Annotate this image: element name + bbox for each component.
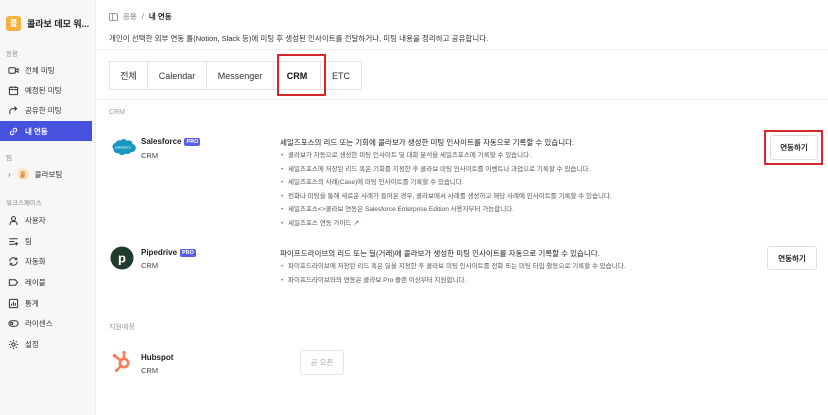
breadcrumb-separator: / xyxy=(141,12,144,21)
sidebar-team-item[interactable]: › 콜 콜라보팀 xyxy=(0,165,92,183)
workspace-logo: 콜 xyxy=(6,16,21,31)
sidebar: 콜 콜라보 데모 워... 응용 전체 미팅 예정된 미팅 공유한 미팅 내 연… xyxy=(0,0,96,415)
divider xyxy=(97,99,828,100)
sidebar-item-label: 전체 미팅 xyxy=(25,65,55,75)
sidebar-item-label: 자동화 xyxy=(25,256,46,266)
sidebar-item-label: 통계 xyxy=(25,298,39,308)
sidebar-item-stats[interactable]: 통계 xyxy=(0,293,92,313)
tab-all[interactable]: 전체 xyxy=(109,61,148,90)
section-label-team: 팀 xyxy=(6,155,12,162)
automation-icon xyxy=(8,256,19,267)
tab-messenger[interactable]: Messenger xyxy=(206,61,274,90)
sidebar-item-label: 팀 xyxy=(25,236,32,246)
integration-name: Salesforce PRO xyxy=(141,137,201,146)
group-label-upcoming: 지원예정 xyxy=(109,324,135,331)
sidebar-item-all-meetings[interactable]: 전체 미팅 xyxy=(0,60,92,80)
label-icon xyxy=(8,277,19,288)
sidebar-item-label: 라이센스 xyxy=(25,318,53,328)
team-icon xyxy=(8,236,19,247)
workspace-name: 콜라보 데모 워... xyxy=(27,19,90,29)
pro-badge: PRO xyxy=(184,137,201,146)
sidebar-item-label: 예정된 미팅 xyxy=(25,85,62,95)
salesforce-logo: salesforce xyxy=(110,138,136,158)
sidebar-item-shared-meetings[interactable]: 공유한 미팅 xyxy=(0,100,92,120)
page-description: 개인이 선택한 외부 연동 툴(Notion, Slack 등)에 미팅 후 생… xyxy=(109,34,489,43)
gear-icon xyxy=(8,339,19,350)
section-label-apps: 응용 xyxy=(6,51,18,58)
tab-etc[interactable]: ETC xyxy=(320,61,362,90)
breadcrumb-current: 내 연동 xyxy=(148,12,172,21)
tab-calendar[interactable]: Calendar xyxy=(147,61,207,90)
feature-item: 콜라보가 자동으로 생성한 미팅 인사이트 및 대화 분석을 세일즈포스에 기록… xyxy=(280,149,612,163)
feature-item: 전화나 미팅을 통해 새로운 사례가 들어온 경우, 콜라보에서 사례를 생성하… xyxy=(280,190,612,204)
external-link-icon[interactable]: ↗ xyxy=(353,220,359,227)
main-content: 응용 / 내 연동 개인이 선택한 외부 연동 툴(Notion, Slack … xyxy=(97,0,828,415)
sidebar-item-my-integrations[interactable]: 내 연동 xyxy=(0,121,92,141)
breadcrumb: 응용 / 내 연동 xyxy=(109,11,172,22)
hubspot-logo xyxy=(111,349,133,375)
sidebar-item-settings[interactable]: 설정 xyxy=(0,334,92,354)
pro-badge: PRO xyxy=(180,248,196,257)
integration-features: 콜라보가 자동으로 생성한 미팅 인사이트 및 대화 분석을 세일즈포스에 기록… xyxy=(280,149,612,231)
integration-features: 파이프드라이브에 저장된 리드 혹은 딜을 지정한 후 콜라보 미팅 인사이트를… xyxy=(280,260,626,287)
sidebar-toggle-icon[interactable] xyxy=(109,12,118,21)
integration-category: CRM xyxy=(141,261,159,270)
integration-name-text: Salesforce xyxy=(141,137,182,146)
guide-link[interactable]: 세일즈포스 연동 가이드 xyxy=(288,220,351,227)
team-label: 콜라보팀 xyxy=(34,169,63,179)
divider xyxy=(97,49,828,50)
pipedrive-logo: p xyxy=(110,246,134,272)
coming-soon-button-hubspot: 곧 오픈 xyxy=(300,350,344,375)
integration-name-text: Pipedrive xyxy=(141,248,178,257)
share-icon xyxy=(8,105,19,116)
feature-item: 파이프드라이브와의 연동은 콜라보 Pro 플랜 이상부터 지원합니다. xyxy=(280,274,626,288)
integration-name-text: Hubspot xyxy=(141,353,174,362)
highlight-box-connect-button xyxy=(764,130,823,165)
integration-category: CRM xyxy=(141,366,159,375)
connect-button-pipedrive[interactable]: 연동하기 xyxy=(767,246,817,270)
feature-item: 세일즈포스의 사례(Case)에 미팅 인사이트를 기록할 수 있습니다. xyxy=(280,176,612,190)
feature-item: 세일즈포스에 저장된 리드 혹은 기회를 지정한 후 콜라보 미팅 인사이트를 … xyxy=(280,163,612,177)
feature-item: 파이프드라이브에 저장된 리드 혹은 딜을 지정한 후 콜라보 미팅 인사이트를… xyxy=(280,260,626,274)
integration-name: Hubspot xyxy=(141,353,173,362)
highlight-box-crm-tab xyxy=(277,54,326,96)
salesforce-logo-text: salesforce xyxy=(115,146,131,150)
feature-item: 세일즈포스<>콜라보 연동은 Salesforce Enterprise Edi… xyxy=(280,203,612,217)
license-icon xyxy=(8,318,19,329)
sidebar-item-team[interactable]: 팀 xyxy=(0,231,92,251)
stats-icon xyxy=(8,298,19,309)
link-icon xyxy=(8,126,19,137)
integration-title: 세일즈포스의 리드 또는 기회에 콜라보가 생성한 미팅 인사이트를 자동으로 … xyxy=(280,138,575,147)
sidebar-item-label: 내 연동 xyxy=(25,126,48,136)
guide-link-item[interactable]: 세일즈포스 연동 가이드 ↗ xyxy=(280,217,612,231)
video-icon xyxy=(8,65,19,76)
sidebar-item-label: 설정 xyxy=(25,339,39,349)
breadcrumb-parent[interactable]: 응용 xyxy=(123,11,137,22)
sidebar-item-label: 레이블 xyxy=(25,277,46,287)
pipedrive-logo-text: p xyxy=(118,251,126,266)
workspace-switcher[interactable]: 콜 콜라보 데모 워... xyxy=(6,16,89,31)
sidebar-item-users[interactable]: 사용자 xyxy=(0,210,92,230)
group-label-crm: CRM xyxy=(109,109,125,116)
calendar-icon xyxy=(8,85,19,96)
user-icon xyxy=(8,215,19,226)
chevron-right-icon[interactable]: › xyxy=(8,170,11,179)
integration-title: 파이프드라이브의 리드 또는 딜(거래)에 콜라보가 생성한 미팅 인사이트를 … xyxy=(280,249,600,258)
integration-category: CRM xyxy=(141,151,159,160)
section-label-workspace: 워크스페이스 xyxy=(6,200,42,207)
team-logo: 콜 xyxy=(16,168,29,180)
sidebar-item-label: 공유한 미팅 xyxy=(25,105,62,115)
integration-name: Pipedrive PRO xyxy=(141,248,196,257)
sidebar-item-label: 사용자 xyxy=(25,215,46,225)
sidebar-item-license[interactable]: 라이센스 xyxy=(0,313,92,333)
sidebar-item-scheduled-meetings[interactable]: 예정된 미팅 xyxy=(0,80,92,100)
sidebar-item-labels[interactable]: 레이블 xyxy=(0,272,92,292)
sidebar-item-automation[interactable]: 자동화 xyxy=(0,251,92,271)
